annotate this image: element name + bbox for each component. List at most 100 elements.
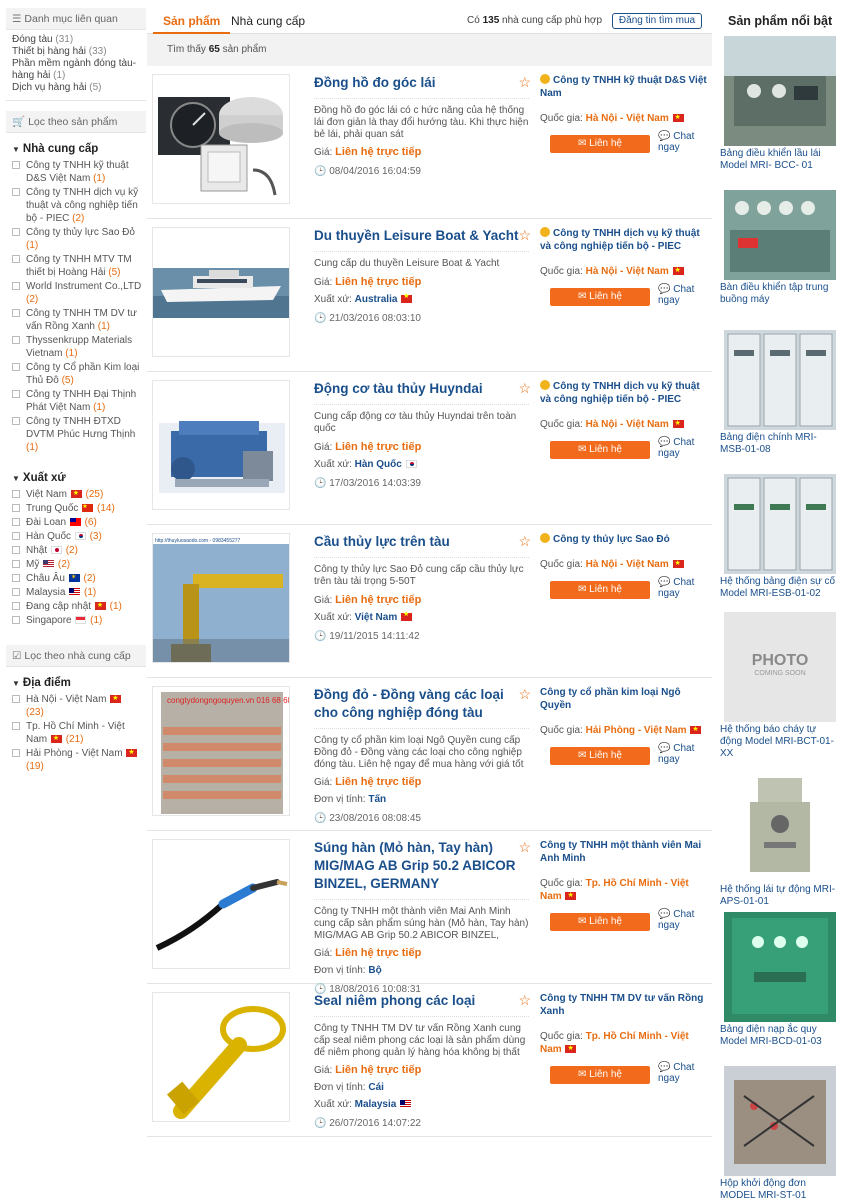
product-title[interactable]: Súng hàn (Mỏ hàn, Tay hàn) MIG/MAG AB Gr…: [314, 839, 529, 893]
product-image[interactable]: [152, 227, 290, 357]
checkbox[interactable]: [12, 161, 20, 169]
checkbox[interactable]: [12, 602, 20, 610]
product-image[interactable]: http://thuyluosaodo.com - 0983455277: [152, 533, 290, 663]
supplier-name[interactable]: Công ty thủy lực Sao Đỏ: [540, 533, 712, 546]
favorite-star-icon[interactable]: ☆: [518, 74, 531, 91]
category-item[interactable]: Dịch vụ hàng hải (5): [12, 82, 140, 94]
featured-item[interactable]: Bảng điều khiển lầu lái Model MRI- BCC- …: [720, 36, 838, 172]
checkbox[interactable]: [12, 490, 20, 498]
chat-now-link[interactable]: 💬 Chat ngay: [658, 909, 712, 931]
checkbox[interactable]: [12, 363, 20, 371]
featured-item[interactable]: Bảng điện nạp ắc quy Model MRI-BCD-01-03: [720, 912, 838, 1048]
product-image[interactable]: congtydongngoquyen.vn 016 68 68 68 38: [152, 686, 290, 816]
checkbox[interactable]: [12, 255, 20, 263]
filter-option[interactable]: Đài Loan (6): [6, 516, 146, 529]
checkbox[interactable]: [12, 504, 20, 512]
supplier-name[interactable]: Công ty TNHH dịch vụ kỹ thuật và công ng…: [540, 227, 712, 253]
checkbox[interactable]: [12, 390, 20, 398]
filter-option[interactable]: Công ty TNHH MTV TM thiết bị Hoàng Hải (…: [6, 253, 146, 279]
checkbox[interactable]: [12, 546, 20, 554]
checkbox[interactable]: [12, 188, 20, 196]
contact-button[interactable]: ✉ Liên hệ: [550, 913, 650, 931]
product-image[interactable]: [152, 992, 290, 1122]
favorite-star-icon[interactable]: ☆: [518, 686, 531, 703]
filter-option[interactable]: Công ty thủy lực Sao Đỏ (1): [6, 226, 146, 252]
filter-option[interactable]: Công ty TNHH ĐTXD DVTM Phúc Hưng Thịnh (…: [6, 415, 146, 454]
filter-option[interactable]: Hà Nội - Việt Nam (23): [6, 692, 146, 719]
tab-products[interactable]: Sản phẩm: [153, 8, 231, 34]
checkbox[interactable]: [12, 532, 20, 540]
filter-option[interactable]: Trung Quốc (14): [6, 501, 146, 515]
contact-button[interactable]: ✉ Liên hệ: [550, 581, 650, 599]
checkbox[interactable]: [12, 518, 20, 526]
filter-option[interactable]: Việt Nam (25): [6, 487, 146, 501]
featured-image[interactable]: [724, 190, 836, 280]
tab-suppliers[interactable]: Nhà cung cấp: [221, 8, 315, 34]
filter-option[interactable]: Mỹ (2): [6, 558, 146, 571]
featured-item[interactable]: Hộp khởi động đơn MODEL MRI-ST-01: [720, 1066, 838, 1200]
checkbox[interactable]: [12, 695, 20, 703]
product-title[interactable]: Seal niêm phong các loại: [314, 992, 529, 1010]
featured-image[interactable]: [724, 912, 836, 1022]
favorite-star-icon[interactable]: ☆: [518, 227, 531, 244]
featured-item[interactable]: PHOTO COMING SOON Hệ thống báo cháy tự độn…: [720, 612, 838, 760]
featured-image[interactable]: [724, 36, 836, 146]
featured-image[interactable]: [724, 330, 836, 430]
filter-option[interactable]: Thyssenkrupp Materials Vietnam (1): [6, 334, 146, 360]
featured-item[interactable]: Hệ thống lái tự động MRI-APS-01-01: [720, 772, 838, 908]
checkbox[interactable]: [12, 722, 20, 730]
supplier-name[interactable]: Công ty cổ phần kim loại Ngô Quyền: [540, 686, 712, 712]
product-title[interactable]: Cầu thủy lực trên tàu: [314, 533, 529, 551]
checkbox[interactable]: [12, 336, 20, 344]
featured-image[interactable]: [724, 474, 836, 574]
checkbox[interactable]: [12, 417, 20, 425]
checkbox[interactable]: [12, 588, 20, 596]
filter-option[interactable]: Hàn Quốc (3): [6, 530, 146, 543]
location-filter-title[interactable]: ▼ Địa điểm: [6, 667, 146, 693]
filter-option[interactable]: Nhật (2): [6, 544, 146, 557]
checkbox[interactable]: [12, 228, 20, 236]
filter-option[interactable]: Tp. Hồ Chí Minh - Việt Nam (21): [6, 720, 146, 746]
filter-option[interactable]: Đang cập nhật (1): [6, 599, 146, 613]
chat-now-link[interactable]: 💬 Chat ngay: [658, 1062, 712, 1084]
chat-now-link[interactable]: 💬 Chat ngay: [658, 131, 712, 153]
suppliers-filter-title[interactable]: ▼ Nhà cung cấp: [6, 133, 146, 159]
supplier-name[interactable]: Công ty TNHH một thành viên Mai Anh Minh: [540, 839, 712, 865]
product-title[interactable]: Du thuyền Leisure Boat & Yacht: [314, 227, 529, 245]
product-title[interactable]: Đồng đỏ - Đồng vàng các loại cho công ng…: [314, 686, 529, 722]
filter-option[interactable]: Công ty TNHH dịch vụ kỹ thuật và công ng…: [6, 186, 146, 225]
checkbox[interactable]: [12, 616, 20, 624]
featured-image[interactable]: [724, 772, 836, 882]
supplier-name[interactable]: Công ty TNHH dịch vụ kỹ thuật và công ng…: [540, 380, 712, 406]
post-buy-request-button[interactable]: Đăng tin tìm mua: [612, 13, 702, 29]
contact-button[interactable]: ✉ Liên hệ: [550, 747, 650, 765]
checkbox[interactable]: [12, 282, 20, 290]
origin-filter-title[interactable]: ▼ Xuất xứ: [6, 462, 146, 488]
category-item[interactable]: Đóng tàu (31): [12, 34, 140, 46]
category-item[interactable]: Thiết bị hàng hải (33): [12, 46, 140, 58]
product-image[interactable]: [152, 380, 290, 510]
supplier-name[interactable]: Công ty TNHH kỹ thuật D&S Việt Nam: [540, 74, 712, 100]
favorite-star-icon[interactable]: ☆: [518, 380, 531, 397]
contact-button[interactable]: ✉ Liên hệ: [550, 135, 650, 153]
filter-option[interactable]: Công ty TNHH Đại Thịnh Phát Việt Nam (1): [6, 388, 146, 414]
filter-option[interactable]: Malaysia (1): [6, 586, 146, 599]
chat-now-link[interactable]: 💬 Chat ngay: [658, 437, 712, 459]
contact-button[interactable]: ✉ Liên hệ: [550, 288, 650, 306]
favorite-star-icon[interactable]: ☆: [518, 533, 531, 550]
filter-option[interactable]: Công ty TNHH kỹ thuật D&S Việt Nam (1): [6, 159, 146, 185]
featured-item[interactable]: Bảng điện chính MRI-MSB-01-08: [720, 330, 838, 456]
category-item[interactable]: Phần mềm ngành đóng tàu-hàng hải (1): [12, 58, 140, 82]
checkbox[interactable]: [12, 309, 20, 317]
featured-image[interactable]: PHOTO COMING SOON: [724, 612, 836, 722]
contact-button[interactable]: ✉ Liên hệ: [550, 1066, 650, 1084]
supplier-name[interactable]: Công ty TNHH TM DV tư vấn Rồng Xanh: [540, 992, 712, 1018]
checkbox[interactable]: [12, 560, 20, 568]
filter-option[interactable]: Singapore (1): [6, 614, 146, 627]
featured-image[interactable]: [724, 1066, 836, 1176]
favorite-star-icon[interactable]: ☆: [518, 839, 531, 856]
product-title[interactable]: Đồng hồ đo góc lái: [314, 74, 529, 92]
filter-option[interactable]: Công ty Cổ phần Kim loại Thủ Đô (5): [6, 361, 146, 387]
chat-now-link[interactable]: 💬 Chat ngay: [658, 743, 712, 765]
filter-option[interactable]: Công ty TNHH TM DV tư vấn Rồng Xanh (1): [6, 307, 146, 333]
